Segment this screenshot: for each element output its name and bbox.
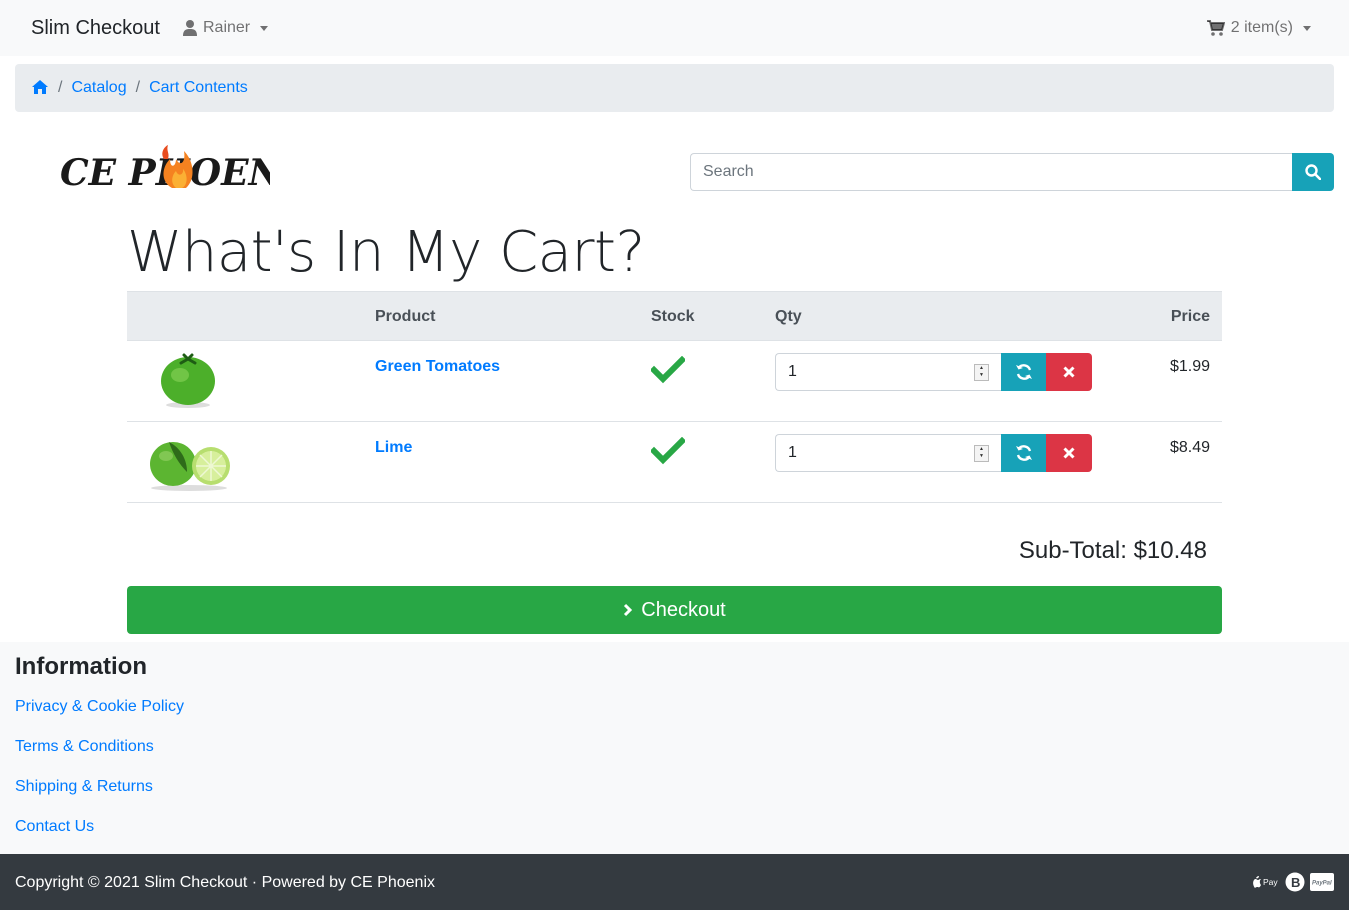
quantity-value: 1: [788, 444, 797, 461]
table-row: Lime 1 ▲ ▼ $8.49: [127, 422, 1222, 503]
search-form: [690, 153, 1334, 191]
header-stock: Stock: [651, 308, 695, 325]
refresh-icon: [1015, 445, 1032, 461]
update-button[interactable]: [1001, 353, 1046, 391]
in-stock-check-icon: [649, 436, 687, 470]
account-name: Rainer: [203, 19, 251, 36]
quantity-stepper[interactable]: 1 ▲ ▼: [775, 434, 1001, 472]
product-image-lime[interactable]: [147, 434, 233, 497]
item-price: $1.99: [1169, 358, 1210, 375]
payment-icons: Pay B PayPal: [1252, 872, 1334, 892]
account-dropdown[interactable]: Rainer: [183, 19, 269, 37]
in-stock-check-icon: [649, 355, 687, 389]
home-icon[interactable]: [31, 79, 49, 97]
close-icon: [1063, 447, 1075, 459]
terms-link[interactable]: Terms & Conditions: [15, 738, 154, 756]
bitcoin-icon: B: [1285, 872, 1305, 892]
breadcrumb-catalog[interactable]: Catalog: [71, 79, 126, 97]
quantity-group: 1 ▲ ▼: [775, 353, 1092, 391]
remove-button[interactable]: [1046, 353, 1092, 391]
information-section: Information Privacy & Cookie Policy Term…: [0, 642, 1349, 854]
checkout-label: Checkout: [641, 598, 726, 621]
search-button[interactable]: [1292, 153, 1334, 191]
stepper-arrows-icon[interactable]: ▲ ▼: [974, 444, 989, 462]
paypal-icon: PayPal: [1310, 872, 1334, 892]
remove-button[interactable]: [1046, 434, 1092, 472]
contact-link[interactable]: Contact Us: [15, 818, 94, 836]
breadcrumb-cart-contents[interactable]: Cart Contents: [149, 79, 248, 97]
sub-total: Sub-Total: $10.48: [1018, 537, 1207, 564]
quantity-value: 1: [788, 363, 797, 380]
table-row: Green Tomatoes 1 ▲ ▼ $1.99: [127, 341, 1222, 422]
shipping-link[interactable]: Shipping & Returns: [15, 778, 153, 796]
breadcrumb-separator: /: [58, 79, 63, 96]
top-navbar: Slim Checkout Rainer 2 item(s): [0, 0, 1349, 56]
update-button[interactable]: [1001, 434, 1046, 472]
shopping-cart-icon: [1206, 20, 1225, 36]
product-link-lime[interactable]: Lime: [375, 439, 412, 457]
copyright-text: Copyright © 2021 Slim Checkout · Powered…: [15, 874, 435, 891]
quantity-group: 1 ▲ ▼: [775, 434, 1092, 472]
item-price: $8.49: [1169, 439, 1210, 456]
cart-count: 2 item(s): [1230, 19, 1293, 36]
store-logo[interactable]: CE PHOENIX: [60, 141, 328, 194]
svg-text:PayPal: PayPal: [1312, 881, 1332, 887]
close-icon: [1063, 366, 1075, 378]
header-qty: Qty: [775, 308, 802, 325]
search-icon: [1305, 164, 1321, 180]
table-header: Product Stock Qty Price: [127, 291, 1222, 341]
brand-link[interactable]: Slim Checkout: [31, 17, 160, 40]
product-image-green-tomatoes[interactable]: [157, 351, 219, 414]
breadcrumb-separator: /: [135, 79, 141, 96]
cart-dropdown[interactable]: 2 item(s): [1206, 19, 1311, 37]
svg-text:Pay: Pay: [1263, 877, 1278, 887]
page-title: What's In My Cart?: [127, 220, 645, 285]
product-link-green-tomatoes[interactable]: Green Tomatoes: [375, 358, 500, 376]
footer-bar: Copyright © 2021 Slim Checkout · Powered…: [0, 854, 1349, 910]
information-title: Information: [15, 653, 147, 680]
quantity-stepper[interactable]: 1 ▲ ▼: [775, 353, 1001, 391]
privacy-link[interactable]: Privacy & Cookie Policy: [15, 698, 184, 716]
breadcrumb: / Catalog / Cart Contents: [15, 64, 1334, 112]
chevron-down-icon: [1303, 25, 1311, 31]
cart-table: Product Stock Qty Price Green Tomatoes 1…: [127, 291, 1222, 503]
search-input[interactable]: [690, 153, 1292, 191]
chevron-down-icon: [260, 25, 269, 31]
user-icon: [183, 20, 197, 36]
chevron-right-icon: [624, 603, 633, 617]
header-price: Price: [1170, 308, 1210, 325]
apple-pay-icon: Pay: [1252, 872, 1280, 892]
refresh-icon: [1015, 364, 1032, 380]
header-product: Product: [375, 308, 436, 325]
checkout-button[interactable]: Checkout: [127, 586, 1222, 634]
svg-text:B: B: [1291, 875, 1300, 890]
stepper-arrows-icon[interactable]: ▲ ▼: [974, 363, 989, 381]
